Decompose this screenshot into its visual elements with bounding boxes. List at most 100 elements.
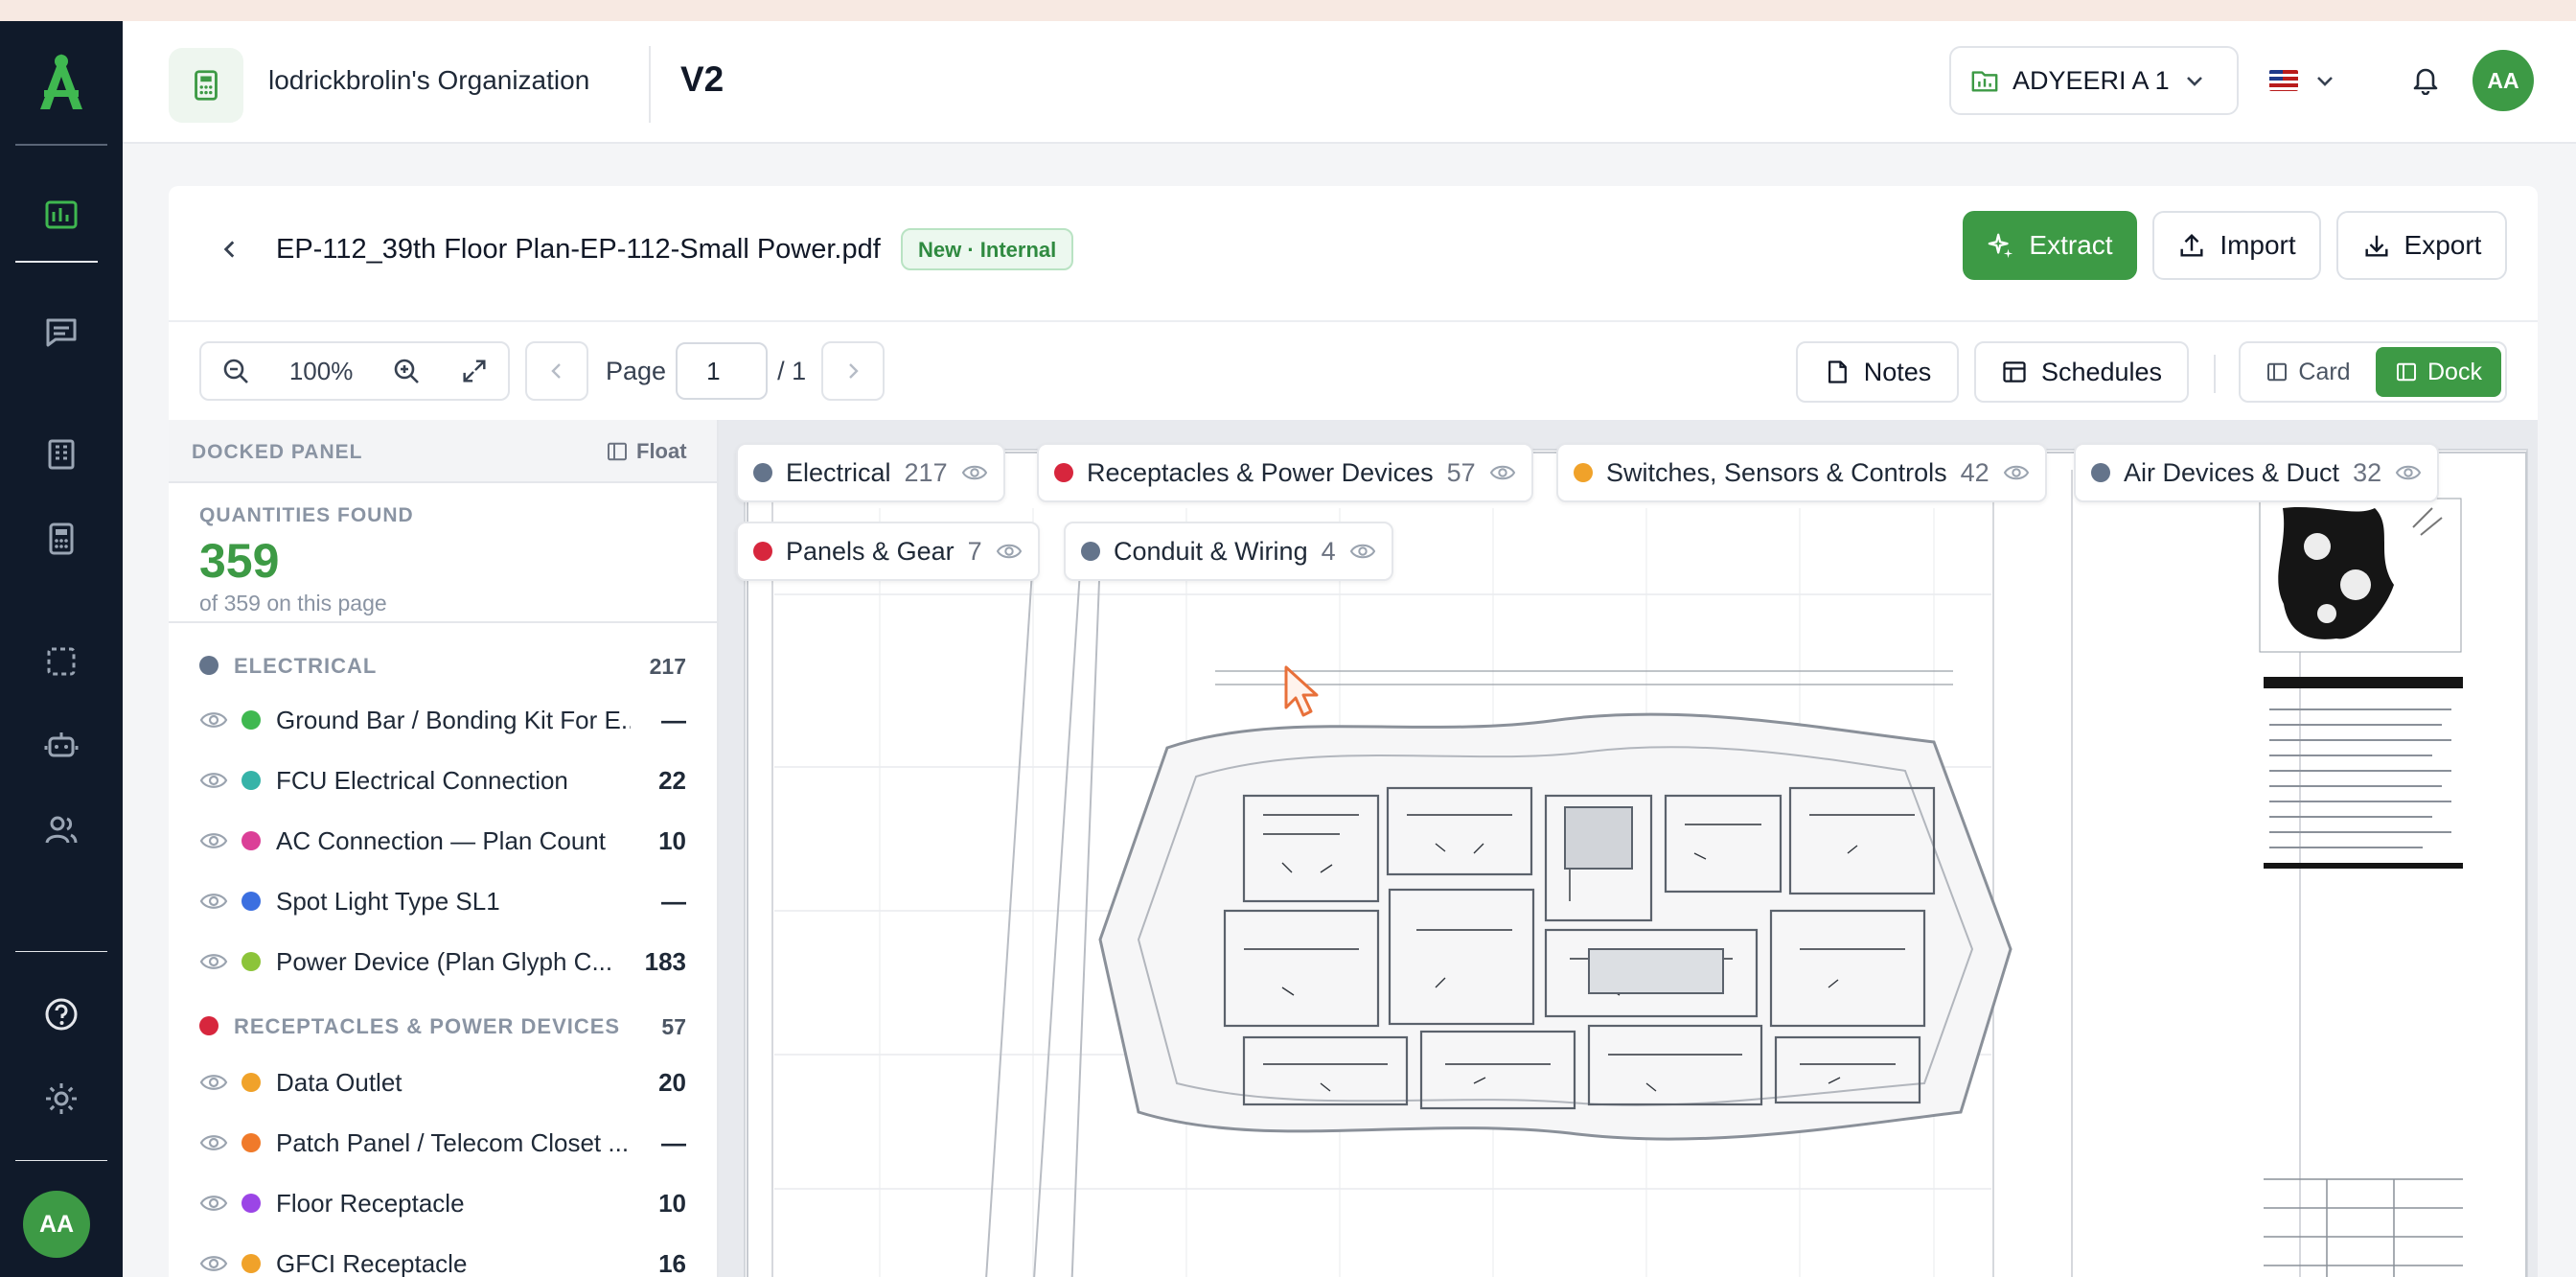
- notes-button[interactable]: Notes: [1796, 341, 1959, 403]
- float-button[interactable]: Float: [606, 439, 687, 464]
- item-color-dot: [242, 771, 261, 790]
- category-header-electrical[interactable]: ELECTRICAL 217: [169, 646, 717, 685]
- eye-icon[interactable]: [1489, 461, 1516, 484]
- panel-title: DOCKED PANEL: [192, 441, 363, 463]
- list-item[interactable]: Patch Panel / Telecom Closet ... —: [169, 1117, 717, 1171]
- eye-icon[interactable]: [961, 461, 988, 484]
- category-count: 57: [661, 1014, 686, 1039]
- project-selector[interactable]: ADYEERI A 1: [1949, 46, 2239, 115]
- item-label: GFCI Receptacle: [276, 1249, 468, 1277]
- project-name: ADYEERI A 1: [2012, 65, 2170, 95]
- item-count: —: [661, 706, 686, 734]
- eye-icon[interactable]: [199, 1191, 228, 1216]
- eye-icon[interactable]: [2003, 461, 2030, 484]
- plans-icon[interactable]: [29, 182, 94, 247]
- list-item[interactable]: GFCI Receptacle 16: [169, 1238, 717, 1277]
- list-item[interactable]: AC Connection — Plan Count 10: [169, 815, 717, 869]
- list-item[interactable]: Power Device (Plan Glyph C... 183: [169, 936, 717, 989]
- category-header-receptacles[interactable]: RECEPTACLES & POWER DEVICES 57: [169, 1007, 717, 1045]
- chevron-down-icon: [2186, 77, 2202, 86]
- extract-label: Extract: [2029, 230, 2113, 260]
- document-viewer-card: EP-112_39th Floor Plan-EP-112-Small Powe…: [169, 186, 2538, 1277]
- eye-icon[interactable]: [2395, 461, 2422, 484]
- category-chip-panels[interactable]: Panels & Gear 7: [736, 522, 1040, 581]
- chip-label: Panels & Gear: [786, 536, 954, 566]
- account-avatar[interactable]: AA: [2472, 50, 2534, 111]
- export-button[interactable]: Export: [2336, 211, 2507, 280]
- upload-icon: [2180, 233, 2203, 257]
- rail-active-divider: [15, 261, 98, 263]
- list-item[interactable]: Floor Receptacle 10: [169, 1177, 717, 1231]
- app-logo-icon[interactable]: [27, 48, 96, 117]
- category-chip-conduit[interactable]: Conduit & Wiring 4: [1064, 522, 1393, 581]
- settings-icon[interactable]: [29, 1066, 94, 1131]
- chip-dot: [1081, 542, 1100, 561]
- category-chip-receptacles[interactable]: Receptacles & Power Devices 57: [1037, 443, 1533, 502]
- rail-bottom-divider: [15, 951, 107, 952]
- float-panel-icon: [608, 442, 627, 461]
- zoom-in-icon[interactable]: [391, 356, 422, 386]
- download-icon: [2365, 235, 2388, 257]
- panel-dock-icon: [2397, 362, 2416, 382]
- rail-footer-divider: [15, 1160, 107, 1161]
- eye-icon[interactable]: [996, 540, 1023, 563]
- organization-name[interactable]: lodrickbrolin's Organization: [268, 65, 589, 96]
- card-view-label: Card: [2298, 358, 2351, 385]
- drawing-canvas[interactable]: Electrical 217 Receptacles & Power Devic…: [719, 420, 2538, 1277]
- fullscreen-icon[interactable]: [460, 357, 489, 385]
- schedules-button[interactable]: Schedules: [1974, 341, 2189, 403]
- dock-view-button[interactable]: Dock: [2375, 347, 2501, 397]
- eye-icon[interactable]: [1349, 540, 1376, 563]
- chip-dot: [1574, 463, 1593, 482]
- team-icon[interactable]: [29, 798, 94, 863]
- chip-label: Air Devices & Duct: [2124, 457, 2340, 487]
- item-color-dot: [242, 952, 261, 971]
- item-count: 10: [658, 826, 686, 855]
- page-input[interactable]: [676, 342, 769, 400]
- organization-icon: [169, 48, 243, 123]
- category-name: RECEPTACLES & POWER DEVICES: [234, 1014, 621, 1038]
- calculator-icon[interactable]: [29, 506, 94, 571]
- export-label: Export: [2404, 230, 2482, 260]
- eye-icon[interactable]: [199, 949, 228, 974]
- list-item[interactable]: Spot Light Type SL1 —: [169, 875, 717, 929]
- item-label: Power Device (Plan Glyph C...: [276, 947, 613, 976]
- eye-icon[interactable]: [199, 1130, 228, 1155]
- user-avatar[interactable]: AA: [23, 1191, 90, 1258]
- language-selector[interactable]: [2269, 50, 2375, 111]
- category-chip-switches[interactable]: Switches, Sensors & Controls 42: [1556, 443, 2047, 502]
- help-icon[interactable]: [29, 982, 94, 1047]
- import-label: Import: [2220, 230, 2296, 260]
- item-color-dot: [242, 1133, 261, 1152]
- selection-icon[interactable]: [29, 629, 94, 694]
- eye-icon[interactable]: [199, 1070, 228, 1095]
- toolbar-divider: [2214, 355, 2216, 393]
- list-item[interactable]: Ground Bar / Bonding Kit For E... —: [169, 694, 717, 748]
- back-arrow-icon[interactable]: [211, 230, 249, 268]
- eye-icon[interactable]: [199, 1251, 228, 1276]
- category-name: ELECTRICAL: [234, 654, 378, 678]
- buildings-icon[interactable]: [29, 422, 94, 487]
- list-item[interactable]: Data Outlet 20: [169, 1056, 717, 1110]
- eye-icon[interactable]: [199, 828, 228, 853]
- zoom-out-icon[interactable]: [220, 356, 251, 386]
- card-view-button[interactable]: Card: [2244, 347, 2372, 397]
- prev-page-button[interactable]: [525, 341, 588, 401]
- category-chip-air-devices[interactable]: Air Devices & Duct 32: [2074, 443, 2440, 502]
- quantities-total: 359: [199, 534, 280, 588]
- header-divider: [649, 46, 651, 123]
- list-item[interactable]: FCU Electrical Connection 22: [169, 755, 717, 808]
- eye-icon[interactable]: [199, 889, 228, 914]
- import-button[interactable]: Import: [2152, 211, 2321, 280]
- messages-icon[interactable]: [29, 299, 94, 364]
- dock-view-label: Dock: [2427, 358, 2482, 385]
- item-count: —: [661, 1128, 686, 1157]
- extract-button[interactable]: Extract: [1963, 211, 2137, 280]
- next-page-button[interactable]: [821, 341, 886, 401]
- item-count: 20: [658, 1068, 686, 1097]
- category-chip-electrical[interactable]: Electrical 217: [736, 443, 1005, 502]
- eye-icon[interactable]: [199, 768, 228, 793]
- robot-icon[interactable]: [29, 713, 94, 778]
- bell-icon[interactable]: [2402, 56, 2450, 104]
- eye-icon[interactable]: [199, 708, 228, 732]
